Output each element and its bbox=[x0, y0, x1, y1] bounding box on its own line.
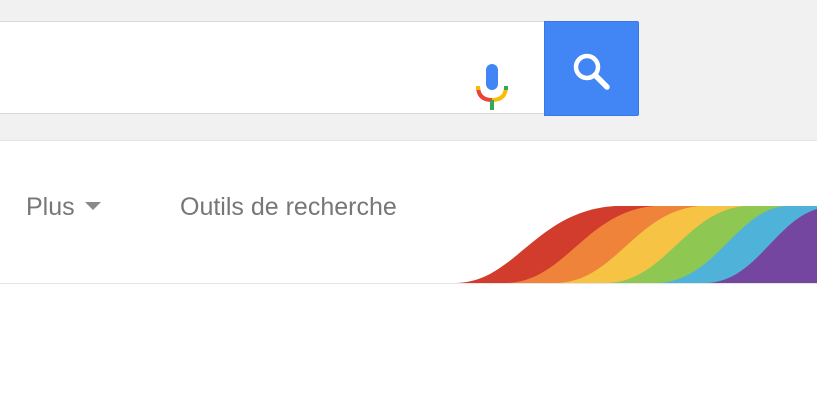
more-menu[interactable]: Plus bbox=[26, 193, 101, 222]
search-header bbox=[0, 0, 817, 141]
microphone-icon[interactable] bbox=[472, 64, 512, 120]
search-tools-button[interactable]: Outils de recherche bbox=[180, 193, 397, 222]
search-button[interactable] bbox=[544, 21, 639, 116]
more-label: Plus bbox=[26, 193, 75, 221]
search-tools-label: Outils de recherche bbox=[180, 193, 397, 221]
search-box[interactable] bbox=[0, 21, 546, 114]
search-input[interactable] bbox=[11, 44, 455, 94]
search-tools-bar: Plus Outils de recherche bbox=[0, 141, 817, 284]
caret-down-icon bbox=[84, 202, 101, 211]
rainbow-decoration bbox=[455, 206, 817, 283]
search-results-page: Plus Outils de recherche bbox=[0, 0, 817, 404]
magnifier-icon bbox=[573, 53, 610, 90]
